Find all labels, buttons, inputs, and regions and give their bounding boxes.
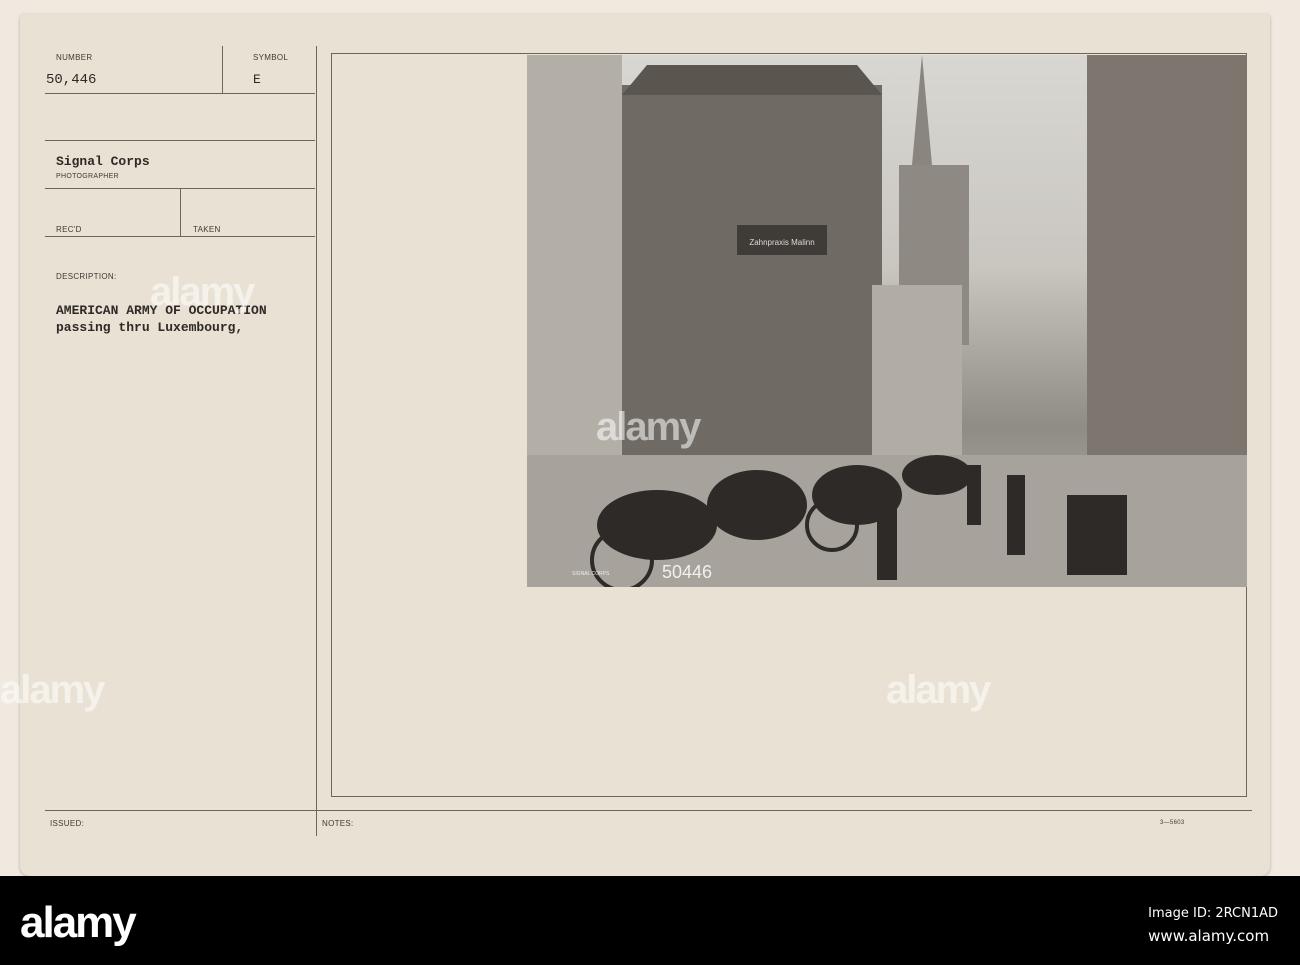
negative-number: 50446 [662,562,712,582]
image-info: Image ID: 2RCN1AD www.alamy.com [1148,906,1278,951]
number-label: NUMBER [56,53,93,62]
footer-bar: alamy Image ID: 2RCN1AD www.alamy.com [0,876,1300,965]
mid-building [872,285,962,465]
taken-label: TAKEN [193,225,221,234]
divider [45,140,315,141]
symbol-value: E [253,72,261,87]
photographer-value: Signal Corps [56,154,150,169]
number-value: 50,446 [46,72,97,88]
church-spire [912,55,932,165]
image-id: Image ID: 2RCN1AD [1148,906,1278,921]
notes-label: NOTES: [322,819,354,828]
symbol-label: SYMBOL [253,53,289,62]
street-photograph: Zahnpraxis Malinn 50446 SIGNAL CORPS [527,55,1247,587]
issued-label: ISSUED: [50,819,85,828]
description-label: DESCRIPTION: [56,272,117,281]
divider [45,93,315,94]
divider [222,46,223,93]
divider [45,810,1252,811]
divider [45,236,315,237]
shop-sign: Zahnpraxis Malinn [749,238,814,247]
photographer-label: PHOTOGRAPHER [56,173,119,180]
roof [622,65,882,95]
watermark: alamy [0,668,105,712]
signal-corps-stamp: SIGNAL CORPS [572,571,610,577]
alamy-logo: alamy [20,898,137,947]
description-line-2: passing thru Luxembourg, [56,320,244,335]
form-code: 3—5603 [1160,820,1185,826]
recd-label: REC'D [56,225,82,234]
watermark: alamy [886,668,991,712]
watermark: alamy [150,270,255,314]
watermark: alamy [596,405,701,449]
photo-scene: Zahnpraxis Malinn 50446 SIGNAL CORPS [527,55,1247,587]
site-link[interactable]: www.alamy.com [1148,927,1278,945]
divider [316,46,317,836]
divider [180,188,181,236]
